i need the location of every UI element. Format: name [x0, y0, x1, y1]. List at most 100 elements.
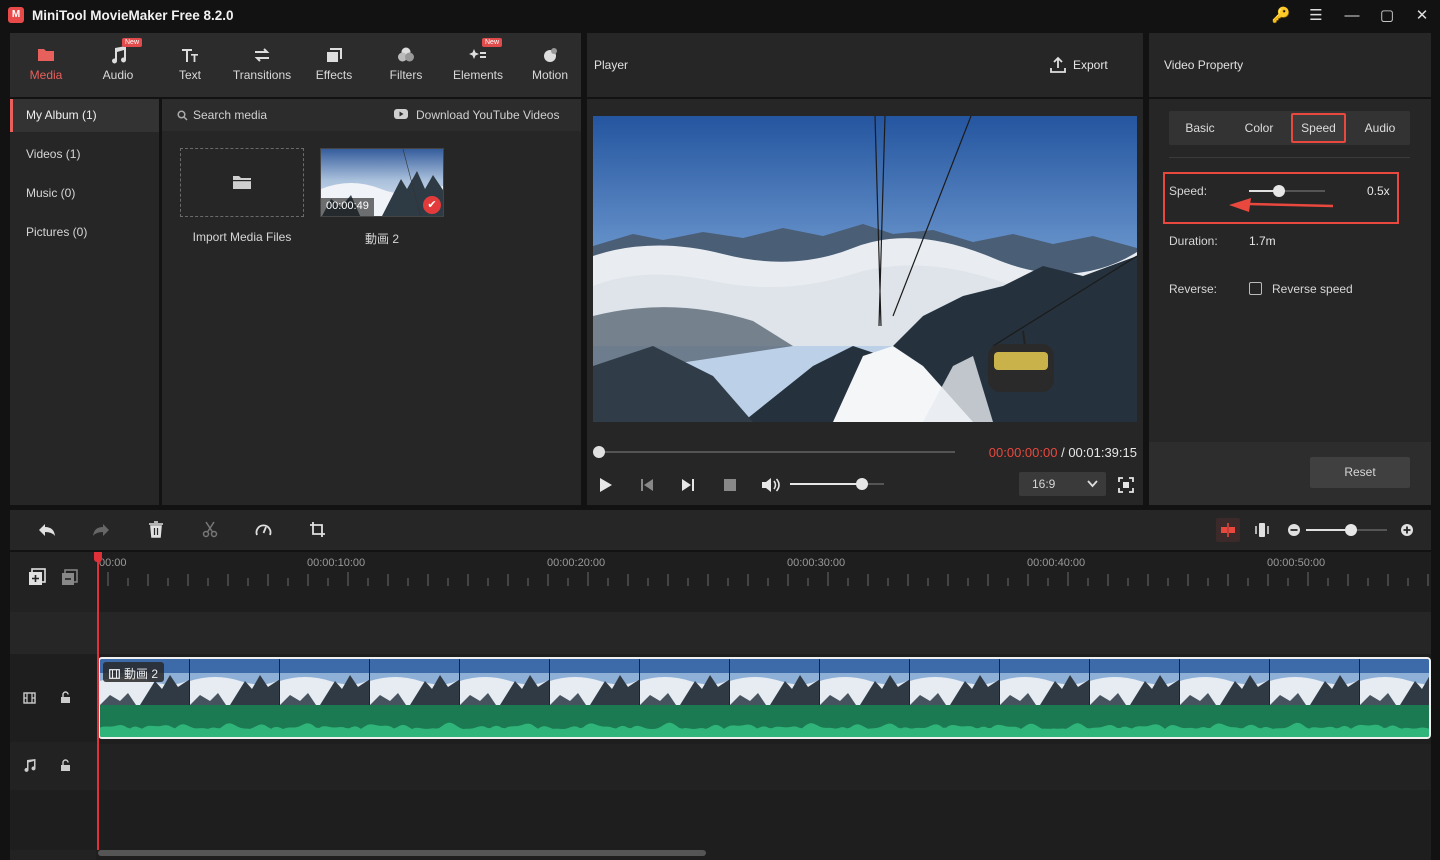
- filters-icon: [398, 47, 414, 62]
- tab-color[interactable]: Color: [1230, 113, 1288, 143]
- sidebar-item-my-album[interactable]: My Album (1): [10, 99, 159, 132]
- tool-filters[interactable]: Filters: [370, 33, 442, 97]
- delete-icon[interactable]: [148, 521, 164, 538]
- export-label: Export: [1073, 58, 1108, 72]
- tool-text[interactable]: Text: [154, 33, 226, 97]
- duration-value: 1.7m: [1249, 234, 1276, 248]
- redo-icon[interactable]: [92, 522, 110, 538]
- clip-frames: [100, 659, 1429, 705]
- aspect-ratio-value: 16:9: [1032, 477, 1056, 491]
- speed-label: Speed:: [1169, 184, 1208, 198]
- tab-basic[interactable]: Basic: [1171, 113, 1229, 143]
- remove-track-icon[interactable]: [61, 569, 78, 586]
- aspect-ratio-select[interactable]: 16:9: [1019, 472, 1106, 496]
- unlock-icon[interactable]: [60, 691, 71, 704]
- import-media-label: Import Media Files: [192, 230, 292, 244]
- tool-elements[interactable]: New Elements: [442, 33, 514, 97]
- add-track-icon[interactable]: [28, 568, 46, 586]
- maximize-button[interactable]: ▢: [1376, 6, 1398, 26]
- fullscreen-icon[interactable]: [1118, 477, 1134, 493]
- video-preview: [593, 116, 1137, 422]
- tab-audio[interactable]: Audio: [1352, 113, 1408, 143]
- elements-icon: [469, 49, 486, 59]
- clip-frame: [1180, 659, 1270, 705]
- clip-frame: [820, 659, 910, 705]
- chevron-down-icon: [1087, 480, 1098, 488]
- timeline: 00:00 00:00:10:00 00:00:20:00 00:00:30:0…: [10, 552, 1431, 860]
- clip-frame: [370, 659, 460, 705]
- folder-icon: [233, 176, 251, 189]
- property-footer: Reset: [1149, 442, 1431, 505]
- download-youtube-button[interactable]: Download YouTube Videos: [416, 108, 559, 122]
- crop-icon[interactable]: [309, 521, 326, 538]
- minimize-button[interactable]: —: [1341, 6, 1363, 26]
- import-media-button[interactable]: [180, 148, 304, 217]
- volume-knob[interactable]: [856, 478, 869, 490]
- tool-motion[interactable]: Motion: [514, 33, 586, 97]
- folder-icon: [38, 49, 54, 61]
- reset-button[interactable]: Reset: [1310, 457, 1410, 488]
- tool-effects[interactable]: Effects: [298, 33, 370, 97]
- tool-transitions[interactable]: Transitions: [226, 33, 298, 97]
- fit-timeline-icon[interactable]: [1254, 522, 1270, 538]
- playback-progress-knob[interactable]: [593, 446, 605, 458]
- tool-media[interactable]: Media: [10, 33, 82, 97]
- previous-frame-icon[interactable]: [640, 478, 654, 492]
- title-bar: M MiniTool MovieMaker Free 8.2.0 🔑 ☰ — ▢…: [0, 0, 1440, 32]
- property-header: Video Property: [1149, 33, 1431, 97]
- player-title: Player: [594, 58, 629, 72]
- sidebar-item-music[interactable]: Music (0): [10, 177, 159, 210]
- reverse-speed-checkbox[interactable]: [1249, 282, 1262, 295]
- new-badge: New: [482, 38, 503, 47]
- play-icon[interactable]: [599, 477, 613, 493]
- clip-frame: [1090, 659, 1180, 705]
- sidebar-item-videos[interactable]: Videos (1): [10, 138, 159, 171]
- clip-frame: [730, 659, 820, 705]
- key-icon[interactable]: 🔑: [1270, 6, 1292, 26]
- volume-slider[interactable]: [790, 483, 884, 485]
- search-input[interactable]: Search media: [193, 108, 363, 122]
- time-separator: /: [1057, 445, 1069, 460]
- zoom-out-icon[interactable]: [1287, 523, 1301, 537]
- zoom-in-icon[interactable]: [1400, 523, 1414, 537]
- unlock-icon[interactable]: [60, 759, 71, 772]
- audio-waveform: [100, 705, 1429, 737]
- playhead-handle[interactable]: [94, 552, 102, 562]
- tool-audio[interactable]: New Audio: [82, 33, 154, 97]
- tool-label: Text: [178, 68, 201, 82]
- playhead[interactable]: [97, 552, 99, 850]
- speed-gauge-icon[interactable]: [254, 521, 273, 538]
- tab-speed[interactable]: Speed: [1291, 113, 1346, 143]
- zoom-slider-knob[interactable]: [1344, 524, 1357, 536]
- property-panel: Basic Color Speed Audio Speed: 0.5x Dura…: [1149, 99, 1431, 442]
- effects-icon: [327, 48, 342, 62]
- reverse-label: Reverse:: [1169, 282, 1218, 296]
- tool-label: Media: [29, 68, 63, 82]
- ruler-label: 00:00: [99, 557, 127, 569]
- timeline-video-clip[interactable]: 動画 2: [98, 657, 1431, 739]
- speed-slider[interactable]: [1249, 190, 1325, 192]
- close-button[interactable]: ✕: [1411, 6, 1433, 26]
- next-frame-icon[interactable]: [681, 478, 695, 492]
- export-button[interactable]: Export: [1047, 55, 1119, 77]
- ruler-label: 00:00:50:00: [1267, 557, 1326, 569]
- time-display: 00:00:00:00 / 00:01:39:15: [989, 445, 1137, 460]
- clip-frame: [280, 659, 370, 705]
- export-icon: [1050, 56, 1066, 73]
- timeline-ruler[interactable]: [98, 552, 1431, 592]
- clip-label-text: 動画 2: [124, 667, 159, 681]
- tool-label: Motion: [531, 68, 569, 82]
- playback-progress-track[interactable]: [599, 451, 955, 453]
- sidebar-item-pictures[interactable]: Pictures (0): [10, 216, 159, 249]
- volume-icon[interactable]: [761, 476, 781, 494]
- timeline-scrollbar[interactable]: [98, 850, 706, 856]
- clip-name: 動画 2: [364, 232, 399, 246]
- menu-icon[interactable]: ☰: [1305, 6, 1327, 26]
- media-header: Search media Download YouTube Videos: [162, 99, 581, 131]
- scissors-icon[interactable]: [202, 521, 218, 538]
- media-clip-thumbnail[interactable]: 00:00:49 ✔: [320, 148, 444, 217]
- undo-icon[interactable]: [38, 522, 56, 538]
- split-marker-button[interactable]: [1216, 518, 1240, 542]
- clip-frame: [460, 659, 550, 705]
- stop-icon[interactable]: [724, 479, 736, 491]
